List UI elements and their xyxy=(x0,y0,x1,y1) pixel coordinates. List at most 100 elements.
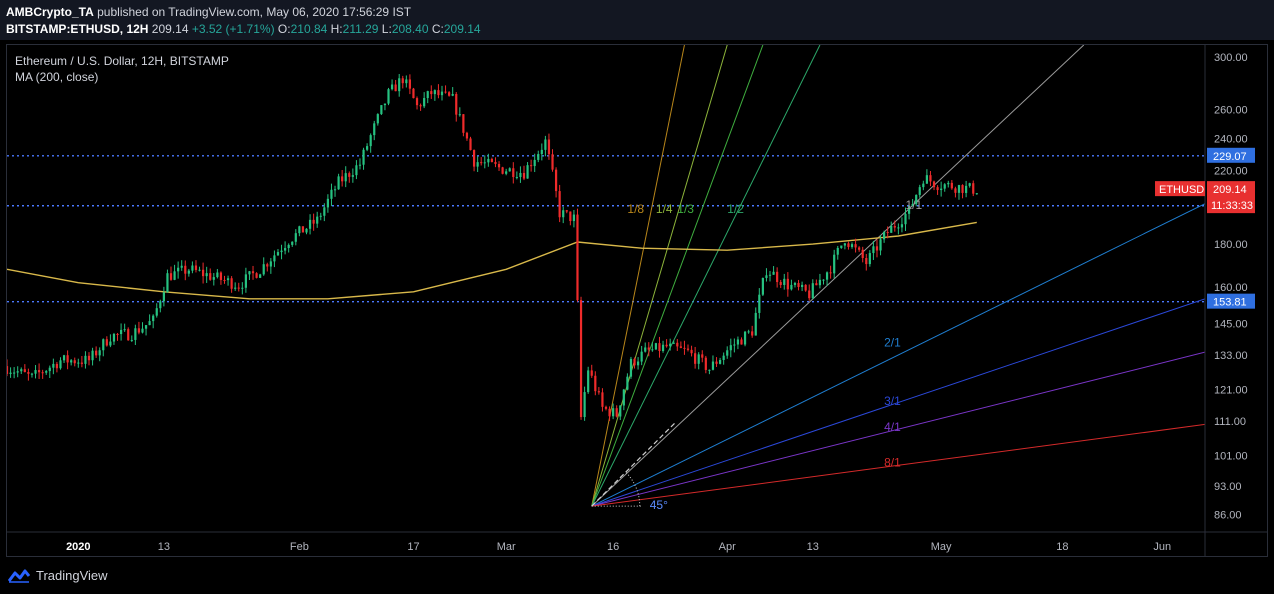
y-tick-label: 220.00 xyxy=(1214,166,1248,178)
candle-body xyxy=(323,207,326,216)
candle-body xyxy=(604,406,608,409)
candle-body xyxy=(640,351,643,362)
gann-fan-label: 3/1 xyxy=(884,394,901,408)
y-tick-label: 160.00 xyxy=(1214,282,1248,294)
candle-body xyxy=(337,176,340,190)
candle-body xyxy=(679,346,682,348)
candle-body xyxy=(223,279,226,281)
candle-body xyxy=(333,189,337,191)
candle-body xyxy=(858,247,861,250)
x-tick-label: May xyxy=(931,541,952,553)
candle-body xyxy=(672,342,675,344)
candle-body xyxy=(212,277,215,280)
candle-body xyxy=(722,355,725,361)
candle-body xyxy=(462,114,465,133)
angle-label: 45° xyxy=(650,498,668,512)
candle-body xyxy=(886,232,889,234)
candle-body xyxy=(522,172,526,179)
candle-body xyxy=(694,353,697,364)
candle-body xyxy=(505,171,508,174)
candle-body xyxy=(80,362,83,364)
candle-body xyxy=(169,273,173,280)
candle-body xyxy=(797,283,800,287)
candle-body xyxy=(52,363,55,368)
candle-body xyxy=(198,269,201,271)
y-tick-label: 240.00 xyxy=(1214,134,1248,146)
candle-body xyxy=(729,345,732,351)
candle-body xyxy=(373,123,376,136)
candle-body xyxy=(590,370,593,376)
candle-body xyxy=(776,271,779,283)
candle-body xyxy=(415,98,419,106)
candle-body xyxy=(162,292,165,302)
candle-body xyxy=(166,273,169,293)
candle-body xyxy=(779,282,782,285)
candle-body xyxy=(177,267,180,272)
candle-body xyxy=(690,349,693,354)
candle-body xyxy=(205,273,208,277)
candle-body xyxy=(626,376,629,390)
candle-body xyxy=(658,343,661,351)
candle-body xyxy=(547,139,551,155)
candle-body xyxy=(551,154,554,170)
candle-body xyxy=(587,370,590,393)
y-tick-label: 133.00 xyxy=(1214,350,1248,362)
candle-body xyxy=(562,210,565,218)
candle-body xyxy=(448,92,451,96)
candle-body xyxy=(102,339,105,351)
candle-body xyxy=(940,188,943,191)
candle-body xyxy=(815,283,818,286)
candle-body xyxy=(704,357,707,370)
candle-body xyxy=(105,339,108,346)
candle-body xyxy=(601,392,604,407)
candle-body xyxy=(430,91,433,95)
gann-fan-label: 4/1 xyxy=(884,420,901,434)
candle-body xyxy=(308,219,312,229)
candle-body xyxy=(572,214,576,222)
y-tick-label: 180.00 xyxy=(1214,239,1248,251)
footer: TradingView xyxy=(0,560,1274,594)
tradingview-brand[interactable]: TradingView xyxy=(8,568,108,583)
candle-body xyxy=(850,244,854,247)
candle-body xyxy=(480,162,483,164)
candle-body xyxy=(59,360,62,369)
candle-body xyxy=(234,287,237,289)
candle-body xyxy=(569,211,572,222)
candle-body xyxy=(644,347,647,352)
candle-body xyxy=(37,370,41,373)
candle-body xyxy=(316,216,319,224)
y-tick-label: 121.00 xyxy=(1214,385,1248,397)
candle-body xyxy=(209,273,212,280)
candle-body xyxy=(647,347,650,350)
candle-body xyxy=(736,339,740,345)
candle-body xyxy=(526,165,529,179)
candle-body xyxy=(130,339,133,341)
candle-body xyxy=(127,329,130,341)
candle-body xyxy=(954,188,957,193)
candle-body xyxy=(765,275,768,279)
candle-body xyxy=(751,331,754,336)
candle-body xyxy=(726,350,729,356)
candle-body xyxy=(383,103,387,106)
candle-body xyxy=(301,226,305,233)
candle-body xyxy=(348,173,351,177)
candle-body xyxy=(408,79,412,89)
candle-body xyxy=(597,391,600,393)
candle-body xyxy=(636,361,640,366)
candle-body xyxy=(390,84,394,90)
ma-indicator-label[interactable]: MA (200, close) xyxy=(15,69,229,85)
candle-body xyxy=(180,265,183,268)
candle-body xyxy=(119,329,123,335)
candle-body xyxy=(405,79,408,84)
gann-fan-line xyxy=(591,45,728,507)
candle-body xyxy=(701,354,704,358)
y-tick-label: 145.00 xyxy=(1214,318,1248,330)
candle-body xyxy=(13,372,16,374)
candle-body xyxy=(883,232,886,240)
candle-body xyxy=(398,78,401,92)
level-badge-text: 153.81 xyxy=(1213,297,1247,309)
candle-body xyxy=(469,138,472,151)
candle-body xyxy=(201,269,205,277)
last-price-text: 209.14 xyxy=(1213,184,1247,196)
candle-body xyxy=(472,150,476,167)
